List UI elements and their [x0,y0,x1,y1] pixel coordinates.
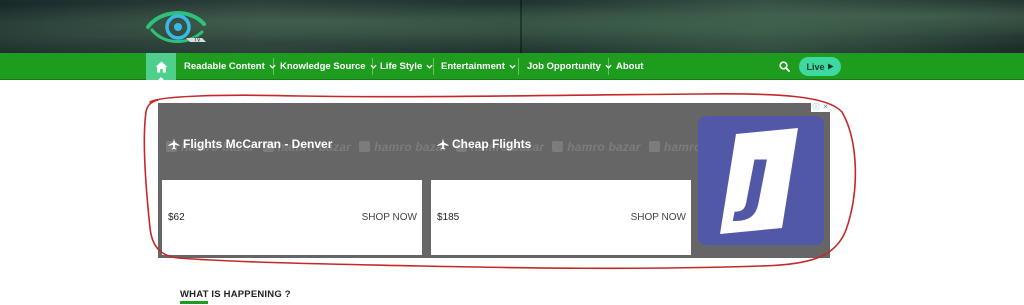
close-icon[interactable]: ✕ [823,103,829,111]
home-icon [155,61,167,72]
ad-price: $185 [437,212,460,223]
ad-brand-logo[interactable]: J [698,116,824,245]
nav-divider [608,58,609,75]
nav-item-job-opportunity[interactable]: Job Opportunity [527,53,612,80]
chevron-down-icon [369,64,377,69]
shop-now-button[interactable]: SHOP NOW [631,212,686,223]
nav-item-label: Entertainment [441,61,505,72]
nav-item-readable-content[interactable]: Readable Content [184,53,276,80]
search-icon[interactable] [779,61,790,72]
ad-title-text: Flights McCarran - Denver [183,137,333,151]
ad-title-text: Cheap Flights [452,137,532,151]
nav-home-button[interactable] [146,53,176,81]
page: TV Readable Content Knowledge Source Lif… [0,0,1024,305]
ad-choices[interactable]: ⓘ ✕ [811,102,830,112]
main-nav: Readable Content Knowledge Source Life S… [0,53,1024,81]
banner-divider [520,0,522,53]
live-label: Live [806,61,825,72]
nav-item-label: Job Opportunity [527,61,601,72]
brand-logo-icon: J [720,128,798,234]
watermark-logo-icon [552,141,564,152]
nav-divider [273,58,274,75]
nav-divider [372,58,373,75]
live-button[interactable]: Live [799,57,841,76]
nav-item-label: Readable Content [184,61,265,72]
chevron-down-icon [509,64,516,69]
ad-card-1[interactable]: $62 SHOP NOW [162,180,422,255]
play-icon [827,63,833,70]
nav-item-life-style[interactable]: Life Style [380,53,433,80]
nav-item-entertainment[interactable]: Entertainment [441,53,516,80]
section-heading: WHAT IS HAPPENING ? [180,289,291,300]
watermark-logo-icon [648,141,660,152]
nav-item-label: Knowledge Source [280,61,366,72]
nav-item-about[interactable]: About [616,53,643,80]
eye-logo-icon[interactable]: TV [146,6,210,48]
active-indicator [157,77,165,81]
info-icon[interactable]: ⓘ [813,102,820,112]
nav-divider [518,58,519,75]
nav-divider [433,58,434,75]
header-banner: TV [0,0,1024,53]
ad-title-1[interactable]: Flights McCarran - Denver [168,137,332,151]
ad-title-2[interactable]: Cheap Flights [437,137,531,151]
ad-card-2[interactable]: $185 SHOP NOW [431,180,691,255]
ad-price: $62 [168,212,185,223]
nav-item-knowledge-source[interactable]: Knowledge Source [280,53,377,80]
nav-item-label: Life Style [380,61,423,72]
watermark-logo-icon [359,141,371,152]
nav-item-label: About [616,61,644,72]
section-heading-underline [180,301,208,304]
plane-icon [437,138,449,150]
shop-now-button[interactable]: SHOP NOW [362,212,417,223]
svg-text:TV: TV [193,38,201,44]
ad-banner[interactable]: hamro bazar hamro bazar hamro bazar hamro b… [158,103,830,258]
plane-icon [168,138,180,150]
